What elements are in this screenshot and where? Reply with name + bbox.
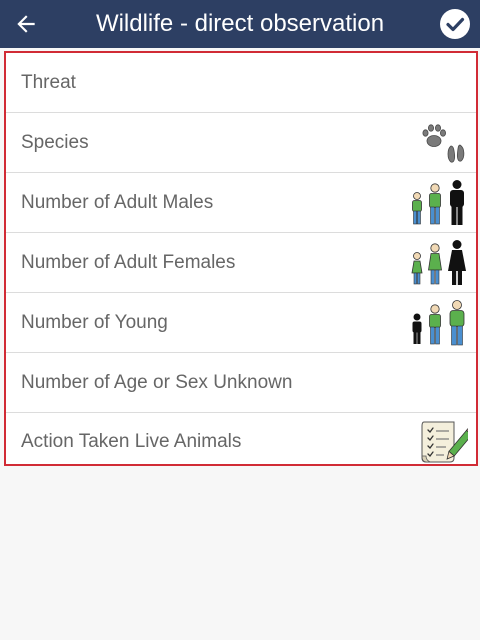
list-item-label: Species bbox=[21, 131, 89, 153]
list-item-species[interactable]: Species bbox=[6, 113, 476, 173]
list-item-label: Number of Age or Sex Unknown bbox=[21, 371, 293, 393]
list-item-age-sex-unknown[interactable]: Number of Age or Sex Unknown bbox=[6, 353, 476, 413]
male-group-icon bbox=[410, 179, 468, 226]
checklist-pencil-icon bbox=[420, 420, 468, 464]
list-item-label: Action Taken Live Animals bbox=[21, 430, 242, 452]
list-item-young[interactable]: Number of Young bbox=[6, 293, 476, 353]
list-item-label: Threat bbox=[21, 71, 76, 93]
confirm-button[interactable] bbox=[438, 7, 472, 41]
list-item-label: Number of Young bbox=[21, 311, 168, 333]
observation-field-list: Threat Species Number of Adult Males Num… bbox=[4, 51, 478, 466]
list-item-adult-males[interactable]: Number of Adult Males bbox=[6, 173, 476, 233]
young-group-icon bbox=[410, 299, 468, 346]
list-item-threat[interactable]: Threat bbox=[6, 53, 476, 113]
paw-hoof-tracks-icon bbox=[420, 121, 468, 165]
page-title: Wildlife - direct observation bbox=[95, 10, 385, 37]
list-item-label: Number of Adult Females bbox=[21, 251, 236, 273]
app-bar: Wildlife - direct observation bbox=[0, 0, 480, 48]
check-circle-icon bbox=[440, 9, 470, 39]
female-group-icon bbox=[410, 239, 468, 286]
list-item-label: Number of Adult Males bbox=[21, 191, 214, 213]
list-item-action-taken[interactable]: Action Taken Live Animals bbox=[6, 413, 476, 470]
list-item-adult-females[interactable]: Number of Adult Females bbox=[6, 233, 476, 293]
